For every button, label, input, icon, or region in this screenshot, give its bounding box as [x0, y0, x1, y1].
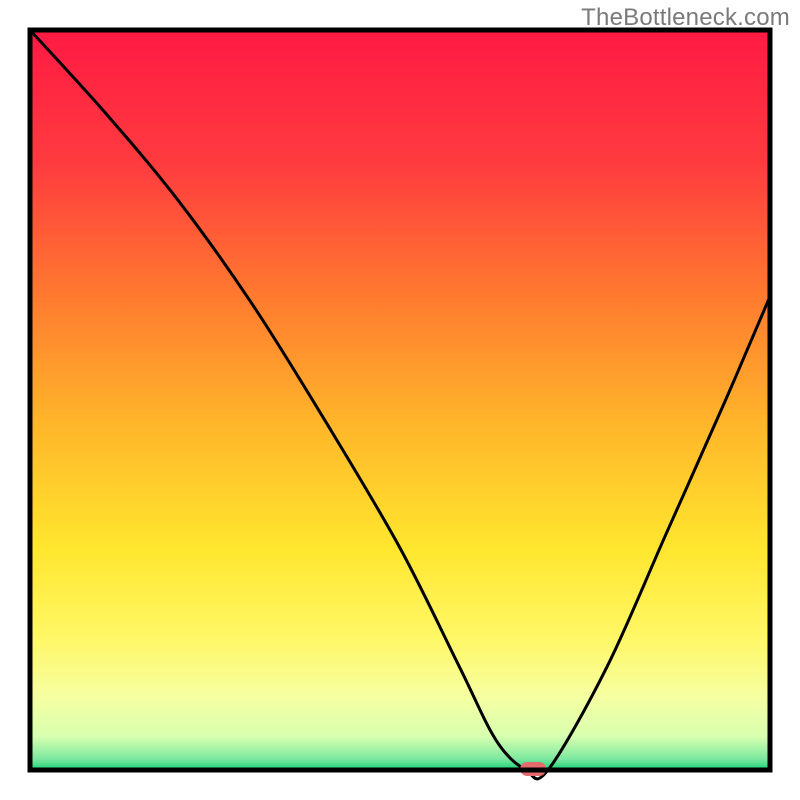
plot-background — [30, 30, 770, 770]
chart-container: { "attribution": "TheBottleneck.com", "c… — [0, 0, 800, 800]
bottleneck-chart — [0, 0, 800, 800]
